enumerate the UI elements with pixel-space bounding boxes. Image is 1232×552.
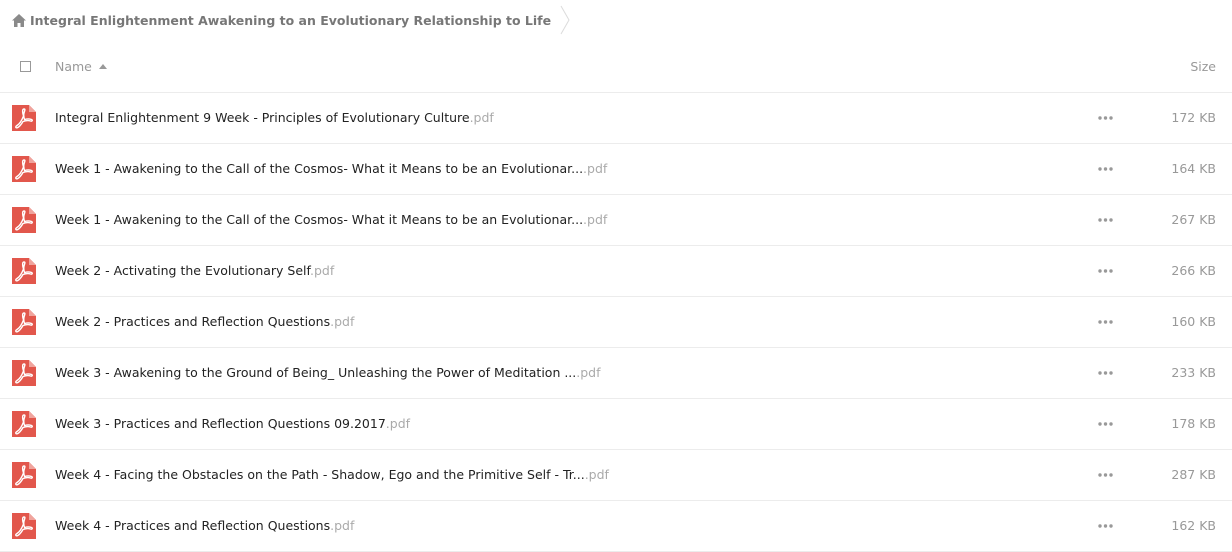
file-extension: .pdf [584,467,609,482]
pdf-file-icon [12,309,36,335]
pdf-file-icon [12,462,36,488]
file-extension: .pdf [330,314,355,329]
file-list-header: Name Size [0,43,1232,93]
file-size: 178 KB [1171,416,1216,431]
file-extension: .pdf [583,212,608,227]
file-name: Week 2 - Activating the Evolutionary Sel… [55,246,334,296]
file-row[interactable]: Week 3 - Practices and Reflection Questi… [0,399,1232,450]
more-options-icon[interactable] [1098,422,1113,426]
file-name-base: Week 1 - Awakening to the Call of the Co… [55,161,584,176]
file-extension: .pdf [469,110,494,125]
file-size: 287 KB [1171,467,1216,482]
file-row[interactable]: Week 4 - Practices and Reflection Questi… [0,501,1232,552]
more-options-icon[interactable] [1098,218,1113,222]
file-name-base: Week 3 - Awakening to the Ground of Bein… [55,365,577,380]
pdf-file-icon [12,513,36,539]
file-row[interactable]: Week 2 - Activating the Evolutionary Sel… [0,246,1232,297]
select-all-checkbox[interactable] [20,61,31,72]
column-header-name-label: Name [55,59,92,74]
file-name: Week 1 - Awakening to the Call of the Co… [55,195,607,245]
more-options-icon[interactable] [1098,269,1113,273]
pdf-file-icon [12,105,36,131]
more-options-icon[interactable] [1098,524,1113,528]
file-size: 160 KB [1171,314,1216,329]
file-row[interactable]: Week 3 - Awakening to the Ground of Bein… [0,348,1232,399]
breadcrumb-title: Integral Enlightenment Awakening to an E… [30,12,552,28]
file-name-base: Week 3 - Practices and Reflection Questi… [55,416,386,431]
file-row[interactable]: Week 1 - Awakening to the Call of the Co… [0,144,1232,195]
chevron-right-icon [560,5,570,35]
more-options-icon[interactable] [1098,167,1113,171]
file-size: 233 KB [1171,365,1216,380]
pdf-file-icon [12,411,36,437]
file-size: 172 KB [1171,110,1216,125]
file-row[interactable]: Week 2 - Practices and Reflection Questi… [0,297,1232,348]
more-options-icon[interactable] [1098,320,1113,324]
file-extension: .pdf [310,263,335,278]
file-extension: .pdf [583,161,608,176]
file-row[interactable]: Week 4 - Facing the Obstacles on the Pat… [0,450,1232,501]
more-options-icon[interactable] [1098,473,1113,477]
file-size: 162 KB [1171,518,1216,533]
file-name: Week 4 - Facing the Obstacles on the Pat… [55,450,609,500]
file-list: Integral Enlightenment 9 Week - Principl… [0,93,1232,552]
file-name: Week 3 - Awakening to the Ground of Bein… [55,348,601,398]
file-name-base: Week 1 - Awakening to the Call of the Co… [55,212,584,227]
file-row[interactable]: Integral Enlightenment 9 Week - Principl… [0,93,1232,144]
file-size: 267 KB [1171,212,1216,227]
file-name-base: Week 2 - Activating the Evolutionary Sel… [55,263,310,278]
column-header-size[interactable]: Size [1190,59,1216,74]
file-extension: .pdf [385,416,411,431]
more-options-icon[interactable] [1098,116,1113,120]
pdf-file-icon [12,258,36,284]
file-row[interactable]: Week 1 - Awakening to the Call of the Co… [0,195,1232,246]
file-name-base: Integral Enlightenment 9 Week - Principl… [55,110,470,125]
pdf-file-icon [12,156,36,182]
file-name: Week 1 - Awakening to the Call of the Co… [55,144,607,194]
file-name-base: Week 2 - Practices and Reflection Questi… [55,314,331,329]
column-header-name[interactable]: Name [55,59,107,74]
file-extension: .pdf [576,365,601,380]
file-name-base: Week 4 - Practices and Reflection Questi… [55,518,331,533]
home-icon [12,13,26,27]
file-name-base: Week 4 - Facing the Obstacles on the Pat… [55,467,585,482]
more-options-icon[interactable] [1098,371,1113,375]
sort-ascending-icon [98,64,107,69]
file-name: Week 3 - Practices and Reflection Questi… [55,399,410,449]
pdf-file-icon [12,207,36,233]
breadcrumb: Integral Enlightenment Awakening to an E… [0,0,1232,40]
file-size: 164 KB [1171,161,1216,176]
breadcrumb-item-folder[interactable]: Integral Enlightenment Awakening to an E… [0,0,559,40]
file-size: 266 KB [1171,263,1216,278]
file-name: Integral Enlightenment 9 Week - Principl… [55,93,494,143]
file-name: Week 4 - Practices and Reflection Questi… [55,501,354,551]
file-extension: .pdf [330,518,355,533]
pdf-file-icon [12,360,36,386]
file-name: Week 2 - Practices and Reflection Questi… [55,297,354,347]
